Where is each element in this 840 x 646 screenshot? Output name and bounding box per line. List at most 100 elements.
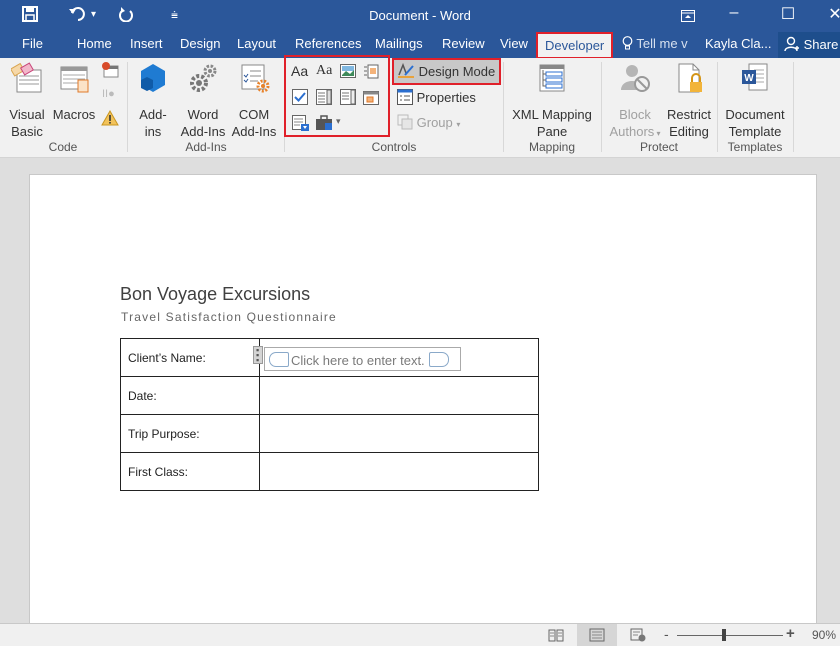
word-add-ins-button[interactable]: Word Add-Ins <box>178 62 228 140</box>
rich-text-content-control-icon[interactable]: Aa <box>291 63 308 79</box>
add-ins-label-2: ins <box>144 124 162 139</box>
table-row: Date: <box>120 376 539 415</box>
web-layout-icon[interactable] <box>630 628 646 645</box>
zoom-in-button[interactable]: + <box>786 625 795 642</box>
group-separator <box>793 62 794 152</box>
design-mode-label: Design Mode <box>418 64 496 79</box>
check-box-content-control-icon[interactable] <box>292 89 308 105</box>
gears-icon <box>190 64 217 92</box>
row-label-trip-purpose: Trip Purpose: <box>120 414 260 453</box>
zoom-out-button[interactable]: - <box>664 626 669 642</box>
tab-review[interactable]: Review <box>442 36 485 51</box>
share-label: Share <box>803 37 839 52</box>
print-layout-icon[interactable] <box>577 624 617 646</box>
read-mode-icon[interactable] <box>548 628 564 645</box>
tab-home[interactable]: Home <box>77 36 112 51</box>
ribbon-display-options-icon[interactable] <box>673 4 703 27</box>
restrict-editing-button[interactable]: Restrict Editing <box>664 62 714 140</box>
com-add-ins-label-1: COM <box>238 107 270 122</box>
tab-view[interactable]: View <box>500 36 528 51</box>
maximize-icon[interactable]: ☐ <box>773 4 803 24</box>
content-control-handle[interactable]: ▪ ▪ ▪ <box>253 345 263 365</box>
tab-mailings[interactable]: Mailings <box>375 36 423 51</box>
ribbon-tab-bar: File Home Insert Design Layout Reference… <box>0 32 840 59</box>
xml-mapping-pane-button[interactable]: XML Mapping Pane <box>508 62 596 140</box>
block-authors-label-2: Authors <box>609 124 655 139</box>
zoom-slider-thumb[interactable] <box>722 629 726 641</box>
repeating-section-content-control-icon[interactable] <box>292 115 310 131</box>
document-template-label-1: Document <box>725 107 785 122</box>
document-title: Bon Voyage Excursions <box>120 284 311 304</box>
share-person-icon <box>784 36 804 52</box>
group-icon <box>397 114 413 130</box>
group-dropdown-icon: ▾ <box>456 120 461 129</box>
group-label: Group <box>416 115 453 130</box>
tab-design[interactable]: Design <box>180 36 220 51</box>
block-authors-button[interactable]: Block Authors ▾ <box>605 62 665 142</box>
macros-label: Macros <box>52 107 96 122</box>
row-value-first-class[interactable] <box>259 452 539 491</box>
store-cube-icon <box>141 64 165 92</box>
content-control-end-tag-icon <box>429 352 449 367</box>
combo-box-content-control-icon[interactable] <box>316 89 332 105</box>
close-icon[interactable]: ✕ <box>820 4 840 24</box>
table-row: Trip Purpose: <box>120 414 539 453</box>
content-control-start-tag-icon <box>269 352 289 367</box>
drag-dots-icon: ▪ ▪ ▪ <box>256 345 260 365</box>
macro-security-icon[interactable] <box>101 109 119 131</box>
zoom-slider-track[interactable] <box>677 635 783 636</box>
legacy-tools-dropdown-icon[interactable]: ▾ <box>336 116 341 127</box>
block-authors-dropdown-icon: ▾ <box>654 129 661 138</box>
group-separator <box>717 62 718 152</box>
word-add-ins-label-2: Add-Ins <box>180 124 226 139</box>
zoom-level[interactable]: 90% <box>812 628 836 642</box>
row-value-trip-purpose[interactable] <box>259 414 539 453</box>
minimize-icon[interactable]: – <box>719 4 749 22</box>
group-label-protect: Protect <box>639 140 678 154</box>
com-add-ins-icon <box>241 64 270 93</box>
tab-developer[interactable]: Developer <box>536 32 614 59</box>
tab-layout[interactable]: Layout <box>237 36 276 51</box>
word-add-ins-label-1: Word <box>187 107 219 122</box>
group-label-templates: Templates <box>727 140 783 154</box>
macros-button[interactable]: Macros <box>52 62 96 123</box>
design-mode-button[interactable]: Design Mode <box>394 60 499 83</box>
table-row: First Class: <box>120 452 539 491</box>
pause-recording-icon[interactable]: II● <box>102 88 115 100</box>
status-bar: - + 90% <box>0 623 840 646</box>
com-add-ins-button[interactable]: COM Add-Ins <box>229 62 279 140</box>
user-account[interactable]: Kayla Cla... <box>705 36 771 51</box>
group-separator <box>503 62 504 152</box>
document-template-button[interactable]: W Document Template <box>722 62 788 140</box>
tell-me-search[interactable]: Tell me v <box>622 36 688 51</box>
row-label-date: Date: <box>120 376 260 415</box>
tab-insert[interactable]: Insert <box>130 36 163 51</box>
date-picker-content-control-icon[interactable] <box>363 89 379 105</box>
add-ins-button[interactable]: Add- ins <box>134 62 172 140</box>
row-value-date[interactable] <box>259 376 539 415</box>
record-macro-icon[interactable] <box>101 62 119 78</box>
legacy-tools-icon[interactable] <box>315 115 333 131</box>
visual-basic-button[interactable]: Visual Basic <box>6 62 48 140</box>
share-button[interactable]: Share <box>778 32 840 58</box>
add-ins-label-1: Add- <box>139 107 167 122</box>
visual-basic-icon <box>9 62 42 93</box>
picture-content-control-icon[interactable] <box>340 64 356 78</box>
visual-basic-label-2: Basic <box>11 124 43 139</box>
word-document-template-icon: W <box>742 63 768 91</box>
building-block-gallery-control-icon[interactable] <box>363 63 379 79</box>
group-label-mapping: Mapping <box>528 140 576 154</box>
tab-file[interactable]: File <box>22 36 43 51</box>
plain-text-content-control-icon[interactable]: Aa <box>316 63 332 79</box>
ribbon-developer: Visual Basic Macros II● Code Add- ins Wo… <box>0 55 840 158</box>
row-label-first-class: First Class: <box>120 452 260 491</box>
tab-references[interactable]: References <box>295 36 361 51</box>
content-control-placeholder[interactable]: Click here to enter text. <box>291 353 425 368</box>
svg-text:W: W <box>744 73 754 84</box>
tell-me-label: Tell me v <box>636 36 688 51</box>
properties-button[interactable]: Properties <box>397 89 476 105</box>
drop-down-list-content-control-icon[interactable] <box>340 89 356 105</box>
macros-icon <box>60 66 89 93</box>
restrict-editing-label-2: Editing <box>669 124 709 139</box>
group-button[interactable]: Group ▾ <box>397 114 460 130</box>
